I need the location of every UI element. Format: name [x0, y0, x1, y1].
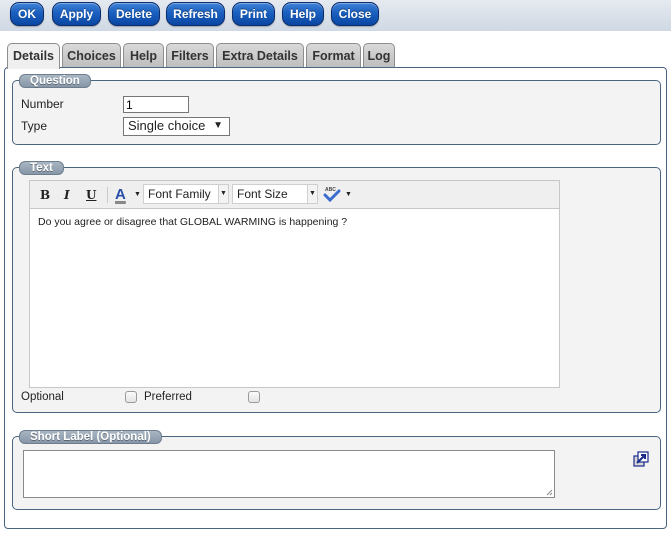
font-family-label: Font Family: [148, 187, 211, 201]
preferred-checkbox[interactable]: [248, 391, 260, 403]
toolbar-separator: [107, 187, 108, 203]
font-size-select[interactable]: Font Size ▼: [232, 184, 318, 204]
italic-button[interactable]: I: [64, 188, 70, 202]
refresh-button[interactable]: Refresh: [166, 2, 225, 26]
resize-grip-icon[interactable]: [545, 488, 553, 496]
rich-text-editor: B I U A ▼ Font Family ▼ Font Size ▼ ABC: [29, 180, 560, 388]
bold-button[interactable]: B: [40, 188, 50, 202]
chevron-down-icon: ▼: [213, 120, 223, 131]
font-color-icon[interactable]: A: [115, 186, 126, 203]
short-label-fieldset: Short Label (Optional): [12, 430, 661, 510]
preferred-label: Preferred: [144, 391, 192, 403]
expand-popout-icon[interactable]: [633, 451, 649, 467]
text-fieldset: Text B I U A ▼ Font Family ▼ Font Size ▼: [12, 161, 661, 413]
type-select[interactable]: Single choice ▼: [123, 117, 230, 136]
tab-extra-details[interactable]: Extra Details: [216, 43, 304, 68]
apply-button[interactable]: Apply: [52, 2, 101, 26]
font-family-select[interactable]: Font Family ▼: [143, 184, 229, 204]
print-button[interactable]: Print: [232, 2, 275, 26]
question-legend: Question: [19, 74, 91, 88]
details-panel: Question Number Type Single choice ▼ Tex…: [4, 67, 667, 529]
help-button[interactable]: Help: [282, 2, 324, 26]
underline-button[interactable]: U: [86, 188, 96, 202]
font-color-dropdown-icon[interactable]: ▼: [134, 191, 141, 198]
number-input[interactable]: [123, 96, 189, 113]
short-label-textarea[interactable]: [23, 450, 555, 498]
svg-text:ABC: ABC: [325, 187, 336, 193]
close-button[interactable]: Close: [331, 2, 379, 26]
type-select-value: Single choice: [128, 118, 206, 133]
editor-toolbar: B I U A ▼ Font Family ▼ Font Size ▼ ABC: [30, 181, 559, 209]
short-label-legend: Short Label (Optional): [19, 430, 162, 444]
ok-button[interactable]: OK: [10, 2, 44, 26]
type-label: Type: [21, 119, 48, 133]
tab-format[interactable]: Format: [306, 43, 361, 68]
number-label: Number: [21, 97, 64, 111]
delete-button[interactable]: Delete: [108, 2, 160, 26]
text-legend: Text: [19, 161, 64, 175]
chevron-down-icon: ▼: [307, 185, 317, 203]
optional-label: Optional: [21, 391, 64, 403]
font-size-label: Font Size: [237, 187, 288, 201]
chevron-down-icon: ▼: [218, 185, 228, 203]
tab-help[interactable]: Help: [123, 43, 164, 68]
tab-details[interactable]: Details: [7, 43, 60, 69]
tab-filters[interactable]: Filters: [166, 43, 214, 68]
tab-choices[interactable]: Choices: [62, 43, 121, 68]
tab-log[interactable]: Log: [363, 43, 395, 68]
action-toolbar: OK Apply Delete Refresh Print Help Close: [0, 0, 671, 31]
question-fieldset: Question Number Type Single choice ▼: [12, 74, 661, 145]
spellcheck-icon[interactable]: ABC: [323, 185, 341, 203]
optional-checkbox[interactable]: [125, 391, 137, 403]
spellcheck-dropdown-icon[interactable]: ▼: [345, 191, 352, 198]
editor-content[interactable]: Do you agree or disagree that GLOBAL WAR…: [38, 216, 347, 228]
